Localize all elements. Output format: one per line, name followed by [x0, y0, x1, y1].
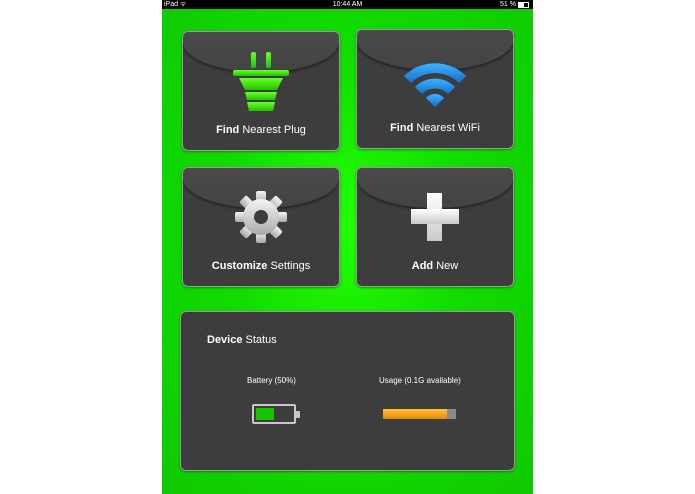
battery-indicator: 51 %: [500, 0, 529, 9]
usage-bar: [383, 409, 456, 419]
battery-label: Battery (50%): [247, 376, 296, 385]
plug-icon: [183, 50, 339, 112]
battery-gauge-icon: [252, 404, 300, 424]
tile-label: Find Nearest WiFi: [390, 122, 480, 134]
tile-label: Customize Settings: [211, 260, 311, 272]
battery-percent: 51 %: [500, 1, 516, 8]
battery-gauge-fill: [256, 408, 274, 420]
device-status-panel: Device Status Battery (50%) Usage (0.1G …: [180, 311, 515, 471]
status-bar: iPad ᯤ 10:44 AM 51 %: [162, 0, 533, 9]
tile-label: Find Nearest Plug: [216, 124, 306, 136]
tile-label: Add New: [411, 260, 459, 272]
battery-icon: [518, 1, 529, 8]
customize-settings-button[interactable]: Customize Settings: [182, 167, 340, 287]
battery-nub: [296, 411, 300, 418]
find-nearest-plug-button[interactable]: Find Nearest Plug: [182, 31, 340, 151]
gear-icon: [183, 186, 339, 248]
device-status-title: Device Status: [207, 334, 277, 346]
wifi-icon: [357, 48, 513, 110]
find-nearest-wifi-button[interactable]: Find Nearest WiFi: [356, 29, 514, 149]
add-new-button[interactable]: Add New: [356, 167, 514, 287]
usage-label: Usage (0.1G available): [379, 376, 461, 385]
plus-icon: [357, 186, 513, 248]
clock: 10:44 AM: [332, 1, 363, 8]
app-screen: Find Nearest Plug Find Nearest WiFi Cust…: [162, 9, 533, 494]
usage-bar-fill: [383, 409, 447, 419]
